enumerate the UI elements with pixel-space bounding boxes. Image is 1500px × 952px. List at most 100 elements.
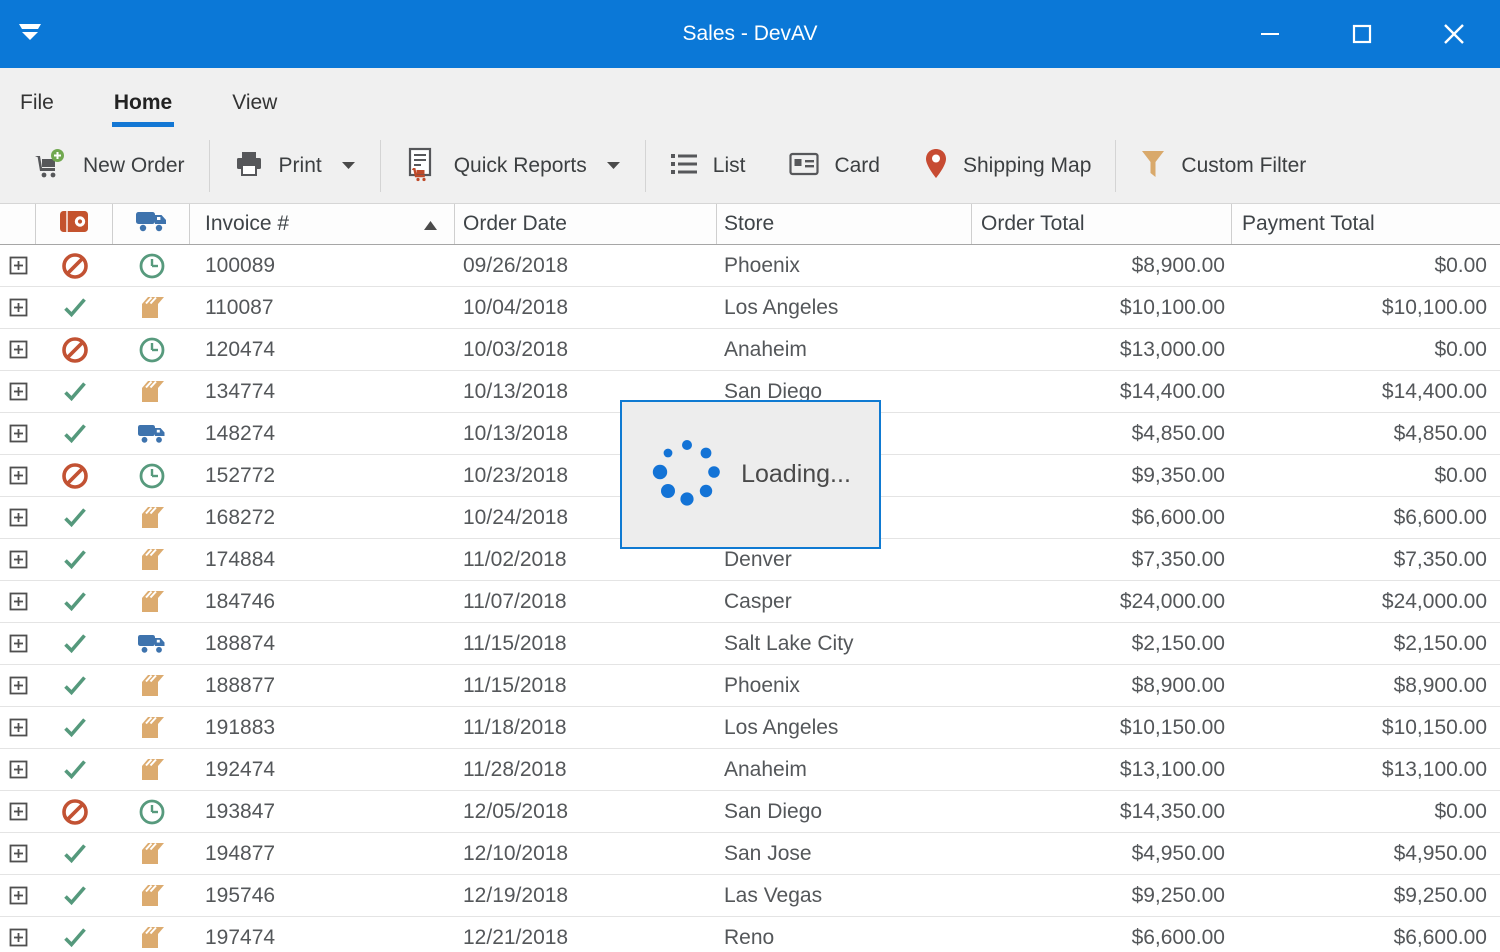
shipping-status-cell (113, 422, 190, 445)
paid-check-icon (61, 378, 89, 406)
column-header-store[interactable]: Store (717, 204, 972, 244)
new-order-cart-icon (32, 146, 68, 187)
row-expand-button[interactable] (0, 592, 36, 611)
shipping-pending-clock-icon (138, 336, 166, 364)
row-expand-button[interactable] (0, 760, 36, 779)
toolbar-separator (1115, 140, 1116, 192)
row-expand-button[interactable] (0, 634, 36, 653)
unpaid-prohibited-icon (61, 252, 89, 280)
store-cell: Los Angeles (717, 716, 972, 740)
store-cell: Anaheim (717, 338, 972, 362)
list-view-button[interactable]: List (648, 138, 768, 194)
row-expand-button[interactable] (0, 886, 36, 905)
shipping-map-button[interactable]: Shipping Map (902, 138, 1113, 194)
row-expand-button[interactable] (0, 718, 36, 737)
payment-status-column-header[interactable] (36, 204, 113, 244)
payment-total-cell: $14,400.00 (1232, 380, 1500, 404)
order-total-cell: $8,900.00 (972, 674, 1232, 698)
column-header-payment-total[interactable]: Payment Total (1232, 204, 1500, 244)
table-row[interactable]: 197474 12/21/2018 Reno $6,600.00 $6,600.… (0, 917, 1500, 952)
row-expand-button[interactable] (0, 676, 36, 695)
payment-status-cell (36, 882, 113, 910)
new-order-button[interactable]: New Order (10, 138, 207, 194)
table-row[interactable]: 195746 12/19/2018 Las Vegas $9,250.00 $9… (0, 875, 1500, 917)
order-date-cell: 12/05/2018 (455, 800, 717, 824)
row-expand-button[interactable] (0, 550, 36, 569)
row-expand-button[interactable] (0, 844, 36, 863)
table-row[interactable]: 191883 11/18/2018 Los Angeles $10,150.00… (0, 707, 1500, 749)
table-row[interactable]: 193847 12/05/2018 San Diego $14,350.00 $… (0, 791, 1500, 833)
order-date-cell: 12/19/2018 (455, 884, 717, 908)
row-expand-button[interactable] (0, 340, 36, 359)
expand-plus-icon (9, 508, 28, 527)
quick-reports-button[interactable]: Quick Reports (383, 138, 643, 194)
payment-status-cell (36, 546, 113, 574)
sales-devav-window: Sales - DevAV File Home View (0, 0, 1500, 952)
maximize-button[interactable] (1316, 0, 1408, 68)
table-row[interactable]: 100089 09/26/2018 Phoenix $8,900.00 $0.0… (0, 245, 1500, 287)
shipping-status-cell (113, 504, 190, 532)
store-cell: Los Angeles (717, 296, 972, 320)
quick-reports-label: Quick Reports (454, 154, 587, 178)
card-view-button[interactable]: Card (767, 138, 902, 194)
row-expand-button[interactable] (0, 298, 36, 317)
row-expand-button[interactable] (0, 256, 36, 275)
shipping-status-cell (113, 378, 190, 406)
row-expand-button[interactable] (0, 466, 36, 485)
grid-header: Invoice # Order Date Store Order Total P… (0, 203, 1500, 245)
table-row[interactable]: 110087 10/04/2018 Los Angeles $10,100.00… (0, 287, 1500, 329)
paid-check-icon (61, 294, 89, 322)
shipping-status-column-header[interactable] (113, 204, 190, 244)
table-row[interactable]: 184746 11/07/2018 Casper $24,000.00 $24,… (0, 581, 1500, 623)
row-expand-button[interactable] (0, 424, 36, 443)
tab-home[interactable]: Home (112, 91, 174, 129)
wallet-icon (58, 208, 90, 241)
invoice-cell: 152772 (190, 464, 455, 488)
payment-status-cell (36, 378, 113, 406)
order-total-cell: $2,150.00 (972, 632, 1232, 656)
column-header-order-date[interactable]: Order Date (455, 204, 717, 244)
tab-view[interactable]: View (230, 91, 279, 129)
order-total-cell: $4,950.00 (972, 842, 1232, 866)
table-row[interactable]: 120474 10/03/2018 Anaheim $13,000.00 $0.… (0, 329, 1500, 371)
table-row[interactable]: 192474 11/28/2018 Anaheim $13,100.00 $13… (0, 749, 1500, 791)
paid-check-icon (61, 630, 89, 658)
row-expand-button[interactable] (0, 802, 36, 821)
paid-check-icon (61, 924, 89, 952)
invoice-cell: 100089 (190, 254, 455, 278)
table-row[interactable]: 188874 11/15/2018 Salt Lake City $2,150.… (0, 623, 1500, 665)
payment-total-cell: $13,100.00 (1232, 758, 1500, 782)
row-expand-button[interactable] (0, 928, 36, 947)
truck-icon (134, 208, 168, 240)
shipping-packed-box-icon (138, 588, 166, 616)
print-label: Print (279, 154, 322, 178)
paid-check-icon (61, 504, 89, 532)
order-date-cell: 11/02/2018 (455, 548, 717, 572)
payment-status-cell (36, 756, 113, 784)
row-expand-button[interactable] (0, 508, 36, 527)
payment-total-cell: $0.00 (1232, 254, 1500, 278)
expand-plus-icon (9, 634, 28, 653)
column-header-invoice[interactable]: Invoice # (190, 204, 455, 244)
expand-plus-icon (9, 550, 28, 569)
column-header-order-total[interactable]: Order Total (972, 204, 1232, 244)
toolbar-separator (645, 140, 646, 192)
print-button[interactable]: Print (212, 138, 378, 194)
minimize-button[interactable] (1224, 0, 1316, 68)
table-row[interactable]: 188877 11/15/2018 Phoenix $8,900.00 $8,9… (0, 665, 1500, 707)
table-row[interactable]: 194877 12/10/2018 San Jose $4,950.00 $4,… (0, 833, 1500, 875)
payment-total-cell: $0.00 (1232, 464, 1500, 488)
tab-file[interactable]: File (18, 91, 56, 129)
loading-spinner-icon (650, 435, 724, 514)
close-button[interactable] (1408, 0, 1500, 68)
paid-check-icon (61, 756, 89, 784)
payment-total-cell: $4,950.00 (1232, 842, 1500, 866)
order-date-cell: 09/26/2018 (455, 254, 717, 278)
invoice-cell: 110087 (190, 296, 455, 320)
custom-filter-button[interactable]: Custom Filter (1118, 138, 1328, 194)
order-date-cell: 11/15/2018 (455, 674, 717, 698)
expand-column-header (0, 204, 36, 244)
paid-check-icon (61, 714, 89, 742)
shipping-status-cell (113, 798, 190, 826)
row-expand-button[interactable] (0, 382, 36, 401)
